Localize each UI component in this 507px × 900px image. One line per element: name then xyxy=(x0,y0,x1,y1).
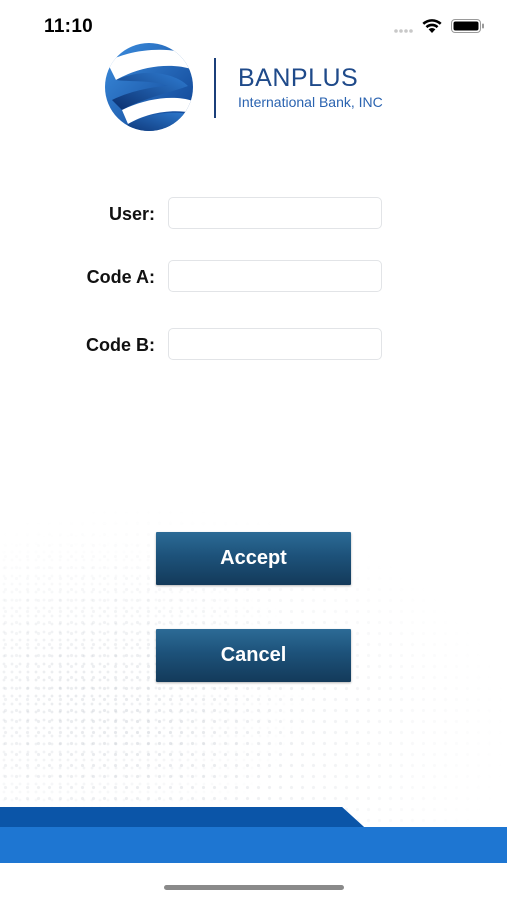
code-b-label: Code B: xyxy=(86,335,155,355)
status-time: 11:10 xyxy=(44,16,94,37)
code-a-row: Code A: xyxy=(0,260,507,294)
code-b-row: Code B: xyxy=(0,328,507,362)
home-indicator[interactable] xyxy=(164,885,344,890)
code-a-label: Code A: xyxy=(86,267,155,287)
wifi-icon xyxy=(422,19,442,33)
logo-subtitle: International Bank, INC xyxy=(238,94,383,110)
logo-name: BANPLUS xyxy=(238,64,359,92)
cancel-button[interactable]: Cancel xyxy=(156,629,351,682)
banplus-logo: BANPLUS International Bank, INC xyxy=(102,40,402,135)
banplus-logo-icon xyxy=(105,43,193,131)
cellular-signal-icon xyxy=(394,29,413,33)
bottom-brand-band xyxy=(0,807,507,863)
user-label: User: xyxy=(108,204,155,224)
battery-icon xyxy=(451,19,484,33)
code-b-input[interactable] xyxy=(168,328,382,360)
accept-button[interactable]: Accept xyxy=(156,532,351,585)
user-row: User: xyxy=(0,197,507,231)
code-a-input[interactable] xyxy=(168,260,382,292)
user-input[interactable] xyxy=(168,197,382,229)
logo-divider xyxy=(214,58,216,118)
login-screen: 11:10 BANPLUS International Bank, INC Us… xyxy=(0,0,507,900)
